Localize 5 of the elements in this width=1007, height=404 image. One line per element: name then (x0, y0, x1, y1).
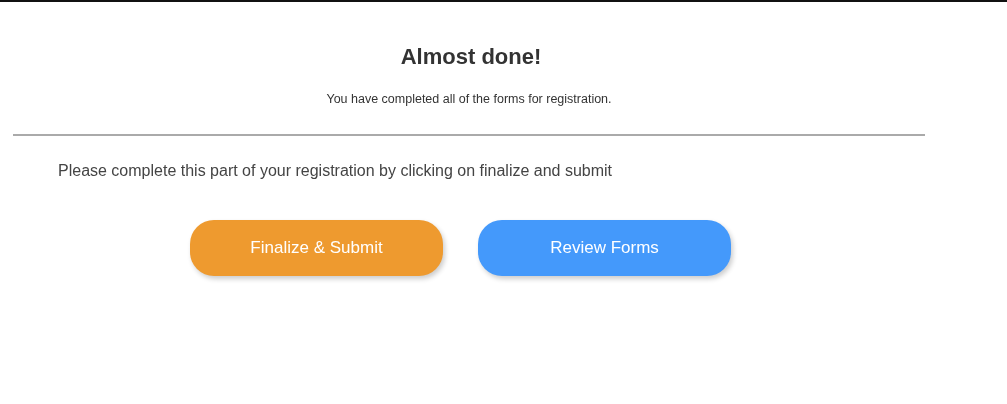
instruction-text: Please complete this part of your registration by clicking on finalize and submit (58, 162, 614, 180)
review-button[interactable]: Review Forms (478, 220, 731, 276)
heading: Almost done! (399, 44, 543, 70)
finalize-button[interactable]: Finalize & Submit (190, 220, 443, 276)
subtitle: You have completed all of the forms for registration. (325, 92, 613, 106)
